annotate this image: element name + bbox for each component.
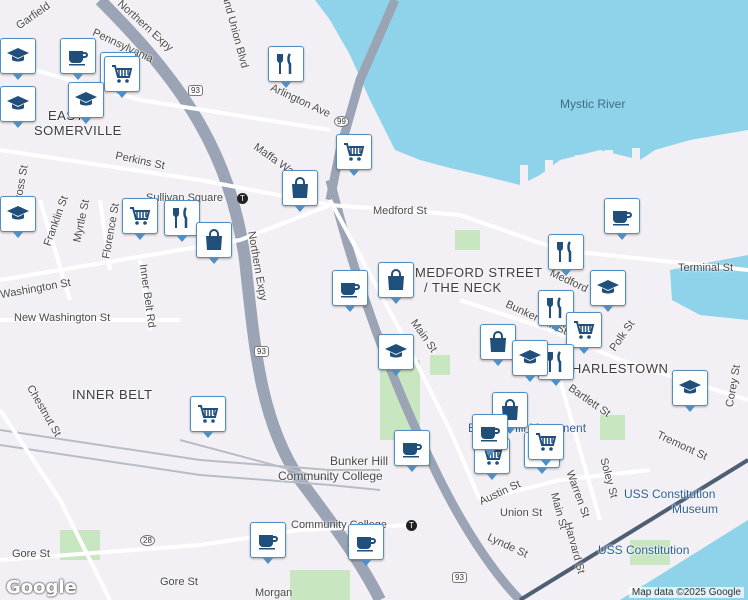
map-marker-grocery[interactable]: [336, 134, 372, 176]
map-marker-restaurant[interactable]: [164, 200, 200, 242]
poi-label-uss-constitution: USS Constitution: [598, 543, 690, 557]
school-icon: [6, 92, 30, 116]
map-marker-shopping[interactable]: [378, 262, 414, 304]
shopping-icon: [202, 228, 226, 252]
map-marker-school[interactable]: [68, 82, 104, 124]
place-label-charlestown: CHARLESTOWN: [562, 361, 669, 376]
street-label-new-washington: New Washington St: [14, 312, 111, 324]
grocery-icon: [110, 62, 134, 86]
school-icon: [74, 88, 98, 112]
cafe-icon: [256, 528, 280, 552]
cafe-icon: [400, 436, 424, 460]
map-marker-school[interactable]: [512, 340, 548, 382]
transit-station-icon[interactable]: T: [406, 520, 417, 531]
poi-label-uss-museum: USS Constitution: [624, 487, 716, 501]
interstate-shield: 93: [254, 346, 269, 357]
cafe-icon: [66, 44, 90, 68]
shopping-icon: [486, 330, 510, 354]
map-marker-grocery[interactable]: [566, 312, 602, 354]
grocery-icon: [342, 140, 366, 164]
place-label-inner-belt: INNER BELT: [72, 387, 153, 402]
poi-label-bunker-hill: Bunker Hill: [330, 454, 389, 468]
route-shield: 99: [334, 116, 349, 127]
place-label-medford-street: MEDFORD STREET: [415, 265, 543, 280]
shopping-icon: [288, 176, 312, 200]
water-label-mystic-river: Mystic River: [560, 97, 626, 111]
map-marker-shopping[interactable]: [480, 324, 516, 366]
map-marker-restaurant[interactable]: [268, 46, 304, 88]
place-label-the-neck: / THE NECK: [424, 280, 502, 295]
map-marker-school[interactable]: [0, 196, 36, 238]
street-label-terminal: Terminal St: [678, 262, 734, 274]
grocery-icon: [196, 402, 220, 426]
cafe-icon: [478, 420, 502, 444]
map-marker-school[interactable]: [0, 38, 36, 80]
interstate-shield: 93: [188, 85, 203, 96]
school-icon: [384, 340, 408, 364]
grocery-icon: [534, 430, 558, 454]
map-marker-cafe[interactable]: [604, 198, 640, 240]
map-marker-cafe[interactable]: [60, 38, 96, 80]
restaurant-icon: [554, 240, 578, 264]
school-icon: [6, 202, 30, 226]
map-marker-restaurant[interactable]: [548, 234, 584, 276]
school-icon: [6, 44, 30, 68]
shopping-icon: [384, 268, 408, 292]
school-icon: [596, 276, 620, 300]
map-marker-grocery[interactable]: [190, 396, 226, 438]
street-label-gore: Gore St: [12, 548, 50, 560]
map-marker-school[interactable]: [672, 370, 708, 412]
map-marker-school[interactable]: [590, 270, 626, 312]
attribution[interactable]: Map data ©2025 Google: [628, 587, 744, 598]
transit-station-icon[interactable]: T: [237, 193, 248, 204]
restaurant-icon: [274, 52, 298, 76]
place-label-somerville: SOMERVILLE: [34, 123, 122, 138]
cafe-icon: [610, 204, 634, 228]
restaurant-icon: [544, 296, 568, 320]
street-label-union: Union St: [500, 507, 543, 519]
cafe-icon: [338, 276, 362, 300]
map-marker-shopping[interactable]: [196, 222, 232, 264]
map-marker-school[interactable]: [0, 86, 36, 128]
poi-label-museum: Museum: [672, 502, 719, 516]
map-marker-cafe[interactable]: [394, 430, 430, 472]
map-marker-grocery[interactable]: [122, 198, 158, 240]
route-shield: 28: [140, 535, 155, 546]
cafe-icon: [354, 530, 378, 554]
school-icon: [518, 346, 542, 370]
street-label-morgan: Morgan: [255, 587, 293, 599]
map-marker-cafe[interactable]: [348, 524, 384, 566]
map-marker-grocery[interactable]: [104, 56, 140, 98]
map-marker-shopping[interactable]: [282, 170, 318, 212]
google-logo[interactable]: Google: [6, 577, 77, 598]
map-marker-cafe[interactable]: [250, 522, 286, 564]
map-marker-cafe[interactable]: [332, 270, 368, 312]
school-icon: [678, 376, 702, 400]
map-marker-cafe[interactable]: [472, 414, 508, 456]
street-label-gore-2: Gore St: [160, 576, 198, 588]
map-marker-grocery[interactable]: [528, 424, 564, 466]
street-label-medford: Medford St: [373, 205, 427, 217]
map-marker-school[interactable]: [378, 334, 414, 376]
poi-label-community-college: Community College: [278, 469, 383, 483]
restaurant-icon: [170, 206, 194, 230]
interstate-shield: 93: [452, 572, 467, 583]
grocery-icon: [572, 318, 596, 342]
grocery-icon: [128, 204, 152, 228]
